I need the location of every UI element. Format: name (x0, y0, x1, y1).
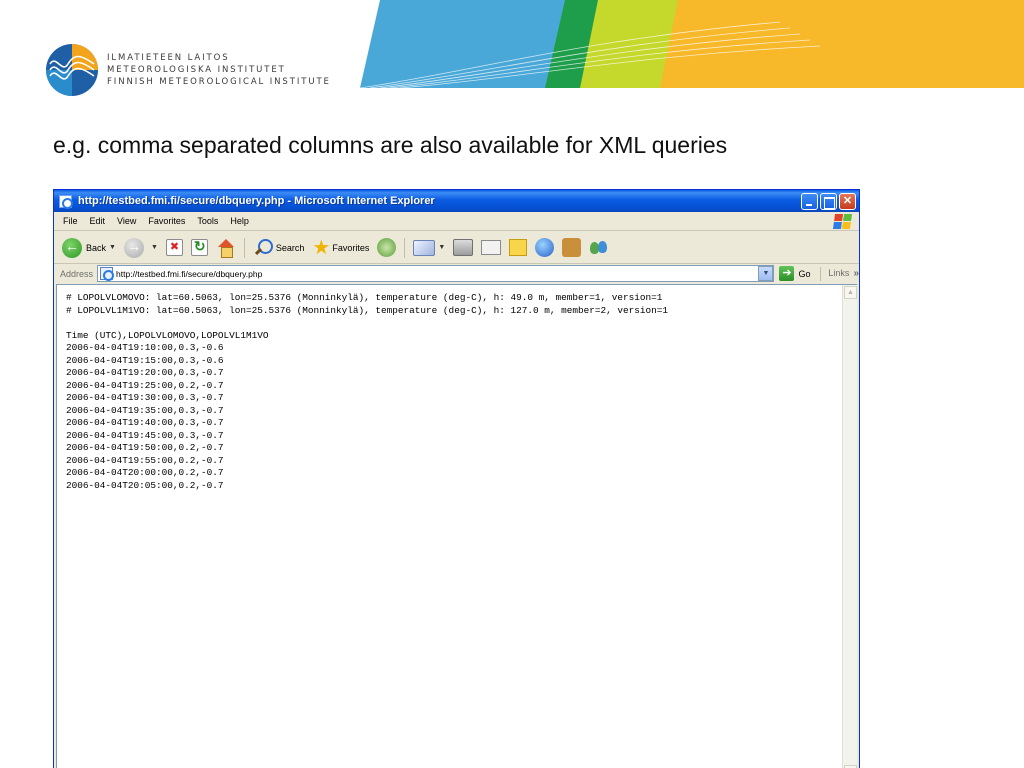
media-icon (377, 238, 397, 257)
favorites-button[interactable]: ★ Favorites (312, 238, 369, 258)
back-dropdown-icon[interactable]: ▼ (109, 244, 116, 251)
globe-icon (535, 238, 555, 257)
data-row: 2006-04-04T19:15:00,0.3,-0.6 (66, 354, 224, 366)
forward-button[interactable]: ▼ (123, 237, 158, 258)
address-input[interactable]: http://testbed.fmi.fi/secure/dbquery.php… (97, 265, 775, 282)
menu-file[interactable]: File (63, 216, 78, 226)
windows-logo-icon (832, 213, 853, 229)
ie-page-icon (59, 194, 73, 209)
banner-orange-band (660, 0, 1024, 88)
forward-dropdown-icon[interactable]: ▼ (151, 244, 158, 251)
notes-button[interactable] (509, 239, 528, 256)
fmi-logo (46, 44, 98, 96)
forward-arrow-icon (123, 237, 144, 258)
menu-bar: File Edit View Favorites Tools Help (54, 212, 859, 231)
go-button[interactable]: ➔ Go (779, 266, 810, 281)
notes-icon (509, 239, 528, 256)
favorites-star-icon: ★ (312, 236, 331, 259)
globe-button[interactable] (535, 238, 555, 257)
data-row: 2006-04-04T19:20:00,0.3,-0.7 (66, 367, 224, 378)
org-name: ILMATIETEEN LAITOS METEOROLOGISKA INSTIT… (107, 52, 331, 88)
org-name-fi: ILMATIETEEN LAITOS (107, 53, 230, 63)
maximize-button[interactable] (820, 192, 837, 210)
print-button[interactable] (453, 239, 474, 256)
messenger-icon (589, 239, 609, 257)
edit-icon (481, 240, 502, 255)
menu-help[interactable]: Help (230, 216, 249, 226)
favorites-label: Favorites (332, 242, 370, 253)
data-row: 2006-04-04T19:45:00,0.3,-0.7 (66, 429, 224, 441)
refresh-icon (190, 238, 208, 256)
address-label: Address (60, 268, 94, 279)
data-rows: 2006-04-04T19:10:00,0.3,-0.6 2006-04-04T1… (66, 342, 668, 492)
menu-edit[interactable]: Edit (90, 216, 106, 226)
stop-icon (165, 239, 183, 256)
back-button[interactable]: Back ▼ (62, 237, 116, 258)
data-row: 2006-04-04T19:55:00,0.2,-0.7 (66, 454, 224, 466)
csv-output: # LOPOLVLOMOVO: lat=60.5063, lon=25.5376… (66, 292, 668, 492)
messenger-button[interactable] (589, 239, 609, 257)
links-label: Links (828, 268, 850, 278)
stop-button[interactable] (165, 239, 183, 256)
menu-tools[interactable]: Tools (197, 216, 218, 226)
back-arrow-icon (62, 237, 82, 258)
refresh-button[interactable] (190, 238, 208, 256)
header-banner (360, 0, 1024, 88)
page-icon (100, 267, 115, 281)
slide-title: e.g. comma separated columns are also av… (53, 132, 728, 158)
data-row: 2006-04-04T19:30:00,0.3,-0.7 (66, 392, 224, 403)
search-button[interactable]: Search (253, 238, 305, 258)
browser-window: http://testbed.fmi.fi/secure/dbquery.php… (53, 189, 860, 768)
mail-button[interactable]: ▼ (413, 239, 445, 256)
column-header-line: Time (UTC),LOPOLVLOMOVO,LOPOLVL1M1VO (66, 329, 269, 341)
mail-icon (413, 239, 436, 256)
edit-button[interactable] (481, 240, 502, 255)
print-icon (453, 239, 474, 256)
home-button[interactable] (216, 238, 236, 258)
window-title: http://testbed.fmi.fi/secure/dbquery.php… (78, 195, 435, 207)
go-label: Go (798, 268, 811, 279)
media-button[interactable] (377, 238, 397, 257)
mail-dropdown-icon[interactable]: ▼ (438, 244, 445, 251)
page-content[interactable]: # LOPOLVLOMOVO: lat=60.5063, lon=25.5376… (56, 284, 857, 768)
data-row: 2006-04-04T20:00:00,0.2,-0.7 (66, 467, 224, 478)
data-row: 2006-04-04T19:40:00,0.3,-0.7 (66, 417, 224, 428)
address-dropdown-icon[interactable]: ▼ (758, 266, 774, 281)
banner-blue-band (360, 0, 570, 88)
chevron-right-icon: » (853, 268, 859, 279)
org-name-en: FINNISH METEOROLOGICAL INSTITUTE (107, 77, 331, 87)
back-label: Back (86, 242, 107, 253)
research-icon (562, 238, 582, 257)
close-button[interactable]: ✕ (839, 192, 856, 210)
home-icon (216, 238, 236, 258)
data-row: 2006-04-04T19:50:00,0.2,-0.7 (66, 442, 224, 453)
links-button[interactable]: Links» (828, 268, 859, 279)
vertical-scrollbar[interactable]: ▲ ▼ (842, 285, 857, 768)
research-button[interactable] (562, 238, 582, 257)
window-controls: ✕ (801, 192, 856, 210)
minimize-button[interactable] (801, 192, 818, 210)
address-url[interactable]: http://testbed.fmi.fi/secure/dbquery.php (116, 269, 758, 279)
metadata-line: # LOPOLVL1M1VO: lat=60.5063, lon=25.5376… (66, 304, 668, 316)
data-row: 2006-04-04T19:10:00,0.3,-0.6 (66, 342, 224, 353)
search-label: Search (275, 242, 305, 253)
menu-view[interactable]: View (117, 216, 136, 226)
menu-favorites[interactable]: Favorites (148, 216, 185, 226)
window-titlebar[interactable]: http://testbed.fmi.fi/secure/dbquery.php… (54, 190, 859, 212)
metadata-line: # LOPOLVLOMOVO: lat=60.5063, lon=25.5376… (66, 292, 663, 303)
search-icon (253, 238, 273, 258)
go-arrow-icon: ➔ (779, 266, 795, 281)
org-name-sv: METEOROLOGISKA INSTITUTET (107, 65, 286, 75)
data-row: 2006-04-04T19:35:00,0.3,-0.7 (66, 404, 224, 416)
scroll-up-icon[interactable]: ▲ (844, 286, 857, 299)
data-row: 2006-04-04T20:05:00,0.2,-0.7 (66, 479, 224, 491)
standard-toolbar: Back ▼ ▼ Search ★ Favorites (54, 232, 859, 264)
data-row: 2006-04-04T19:25:00,0.2,-0.7 (66, 379, 224, 391)
address-bar: Address http://testbed.fmi.fi/secure/dbq… (54, 264, 859, 283)
